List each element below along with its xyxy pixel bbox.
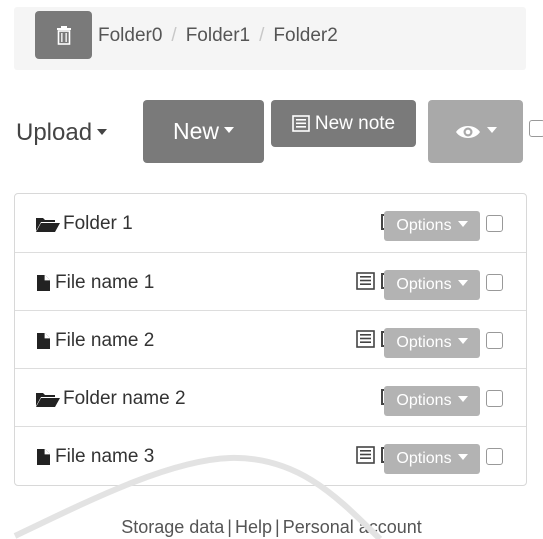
options-label: Options <box>396 450 452 467</box>
help-link[interactable]: Help <box>235 517 272 537</box>
options-label: Options <box>396 276 452 293</box>
item-label: File name 1 <box>55 272 155 293</box>
note-icon[interactable] <box>356 446 375 464</box>
options-dropdown[interactable]: Options <box>384 444 480 474</box>
personal-account-link[interactable]: Personal account <box>283 517 422 537</box>
folder-open-icon <box>36 218 60 232</box>
upload-label: Upload <box>16 119 93 146</box>
caret-down-icon <box>457 221 468 227</box>
footer-separator: | <box>227 517 232 537</box>
options-label: Options <box>396 217 452 234</box>
new-button[interactable]: New <box>143 100 264 163</box>
options-label: Options <box>396 392 452 409</box>
list-item[interactable]: File name 1 Options <box>15 252 526 311</box>
item-label: Folder 1 <box>63 213 133 234</box>
list-item[interactable]: File name 3 Options <box>15 426 526 485</box>
list-item[interactable]: Folder 1 Options <box>15 194 526 252</box>
file-icon <box>37 275 50 291</box>
item-label: Folder name 2 <box>63 388 186 409</box>
breadcrumb-item[interactable]: Folder1 <box>186 25 250 46</box>
item-label: File name 3 <box>55 446 155 467</box>
item-name: File name 3 <box>35 446 154 468</box>
row-checkbox[interactable] <box>486 332 503 349</box>
file-icon <box>37 449 50 465</box>
options-label: Options <box>396 334 452 351</box>
options-dropdown[interactable]: Options <box>384 211 480 241</box>
note-icon[interactable] <box>356 330 375 348</box>
caret-down-icon <box>487 126 497 133</box>
breadcrumb-item[interactable]: Folder0 <box>98 25 162 46</box>
storage-data-link[interactable]: Storage data <box>121 517 224 537</box>
breadcrumb-item[interactable]: Folder2 <box>273 25 337 46</box>
caret-down-icon <box>457 396 468 402</box>
list-item[interactable]: File name 2 Options <box>15 310 526 369</box>
note-icon[interactable] <box>356 272 375 290</box>
footer-separator: | <box>275 517 280 537</box>
new-label: New <box>172 118 219 144</box>
note-icon <box>292 115 310 132</box>
item-name: File name 2 <box>35 330 154 352</box>
breadcrumb-separator: / <box>259 25 265 46</box>
footer-links: Storage data | Help | Personal account <box>0 517 543 538</box>
trash-icon <box>56 26 71 45</box>
caret-down-icon <box>97 128 108 135</box>
folder-open-icon <box>36 393 60 407</box>
row-checkbox[interactable] <box>486 448 503 465</box>
row-checkbox[interactable] <box>486 390 503 407</box>
breadcrumb: Folder0 / Folder1 / Folder2 <box>98 25 338 47</box>
new-note-button[interactable]: New note <box>271 100 416 147</box>
caret-down-icon <box>457 338 468 344</box>
breadcrumb-separator: / <box>171 25 177 46</box>
select-all-checkbox[interactable] <box>529 120 543 137</box>
caret-down-icon <box>224 126 234 133</box>
list-item[interactable]: Folder name 2 Options <box>15 368 526 427</box>
item-label: File name 2 <box>55 330 155 351</box>
item-name: Folder 1 <box>35 213 133 235</box>
upload-dropdown[interactable]: Upload <box>16 119 108 147</box>
caret-down-icon <box>457 454 468 460</box>
row-checkbox[interactable] <box>486 215 503 232</box>
new-note-label: New note <box>314 112 396 134</box>
row-checkbox[interactable] <box>486 274 503 291</box>
eye-icon <box>456 125 480 138</box>
caret-down-icon <box>457 280 468 286</box>
options-dropdown[interactable]: Options <box>384 386 480 416</box>
item-name: File name 1 <box>35 272 154 294</box>
delete-button[interactable] <box>35 11 92 59</box>
breadcrumb-bar: Folder0 / Folder1 / Folder2 <box>14 7 526 70</box>
view-options-button[interactable] <box>428 100 523 163</box>
file-icon <box>37 333 50 349</box>
item-name: Folder name 2 <box>35 388 186 410</box>
options-dropdown[interactable]: Options <box>384 270 480 300</box>
file-list: Folder 1 Options File name 1 Options Fil… <box>14 193 527 486</box>
options-dropdown[interactable]: Options <box>384 328 480 358</box>
